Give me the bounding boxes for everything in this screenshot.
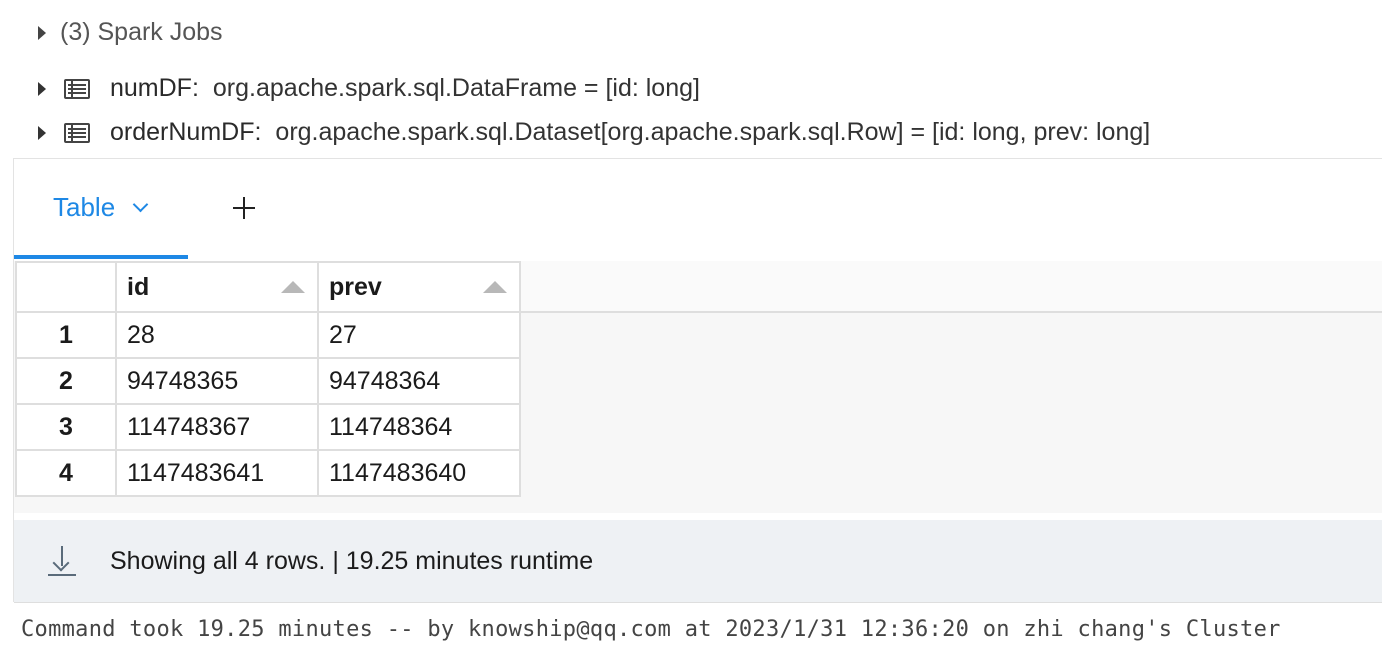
table-icon	[64, 122, 90, 143]
results-table: id prev 1 28 27 2 94748365 94748364 3 11…	[15, 261, 521, 497]
footer-summary: Showing all 4 rows. | 19.25 minutes runt…	[110, 546, 594, 575]
header-filler	[520, 261, 1382, 313]
column-header-label: id	[127, 272, 150, 301]
dataframe-type: org.apache.spark.sql.DataFrame = [id: lo…	[212, 74, 700, 102]
row-index: 4	[15, 449, 117, 497]
tab-table[interactable]: Table	[14, 159, 188, 259]
cell-id: 94748365	[115, 357, 319, 405]
chevron-down-icon[interactable]	[132, 196, 149, 212]
table-icon	[64, 78, 90, 99]
row-index: 3	[15, 403, 117, 451]
dataframe-name: orderNumDF:	[110, 118, 262, 146]
dataframe-row-numdf[interactable]: numDF: org.apache.spark.sql.DataFrame = …	[38, 74, 700, 103]
cell-prev: 1147483640	[317, 449, 521, 497]
table-row: 3 114748367 114748364	[15, 403, 521, 451]
result-panel: Table id prev 1 28 27 2 94748365 9474836…	[13, 158, 1382, 603]
download-icon[interactable]	[48, 546, 76, 576]
cell-id: 1147483641	[115, 449, 319, 497]
cell-prev: 27	[317, 311, 521, 359]
sort-ascending-icon[interactable]	[281, 281, 305, 293]
index-header	[15, 261, 117, 313]
column-header-id[interactable]: id	[115, 261, 319, 313]
table-row: 2 94748365 94748364	[15, 357, 521, 405]
dataframe-type: org.apache.spark.sql.Dataset[org.apache.…	[275, 118, 1151, 146]
tab-table-label: Table	[53, 191, 116, 222]
add-visualization-button[interactable]	[229, 193, 259, 223]
column-header-label: prev	[329, 272, 382, 301]
cell-prev: 94748364	[317, 357, 521, 405]
caret-right-icon	[38, 81, 46, 96]
column-header-prev[interactable]: prev	[317, 261, 521, 313]
caret-right-icon	[38, 25, 46, 40]
cell-prev: 114748364	[317, 403, 521, 451]
command-status: Command took 19.25 minutes -- by knowshi…	[21, 617, 1281, 642]
spark-jobs-toggle[interactable]: (3) Spark Jobs	[38, 18, 223, 47]
row-index: 2	[15, 357, 117, 405]
table-area: id prev 1 28 27 2 94748365 94748364 3 11…	[14, 261, 1382, 513]
cell-id: 114748367	[115, 403, 319, 451]
caret-right-icon	[38, 125, 46, 140]
sort-ascending-icon[interactable]	[483, 281, 507, 293]
table-row: 1 28 27	[15, 311, 521, 359]
spark-jobs-label: (3) Spark Jobs	[60, 18, 223, 46]
result-tab-bar: Table	[14, 159, 1382, 262]
cell-id: 28	[115, 311, 319, 359]
table-row: 4 1147483641 1147483640	[15, 449, 521, 497]
dataframe-name: numDF:	[110, 74, 199, 102]
row-index: 1	[15, 311, 117, 359]
table-header-row: id prev	[15, 261, 521, 313]
result-footer: Showing all 4 rows. | 19.25 minutes runt…	[14, 520, 1382, 603]
dataframe-row-ordernumdf[interactable]: orderNumDF: org.apache.spark.sql.Dataset…	[38, 118, 1150, 147]
